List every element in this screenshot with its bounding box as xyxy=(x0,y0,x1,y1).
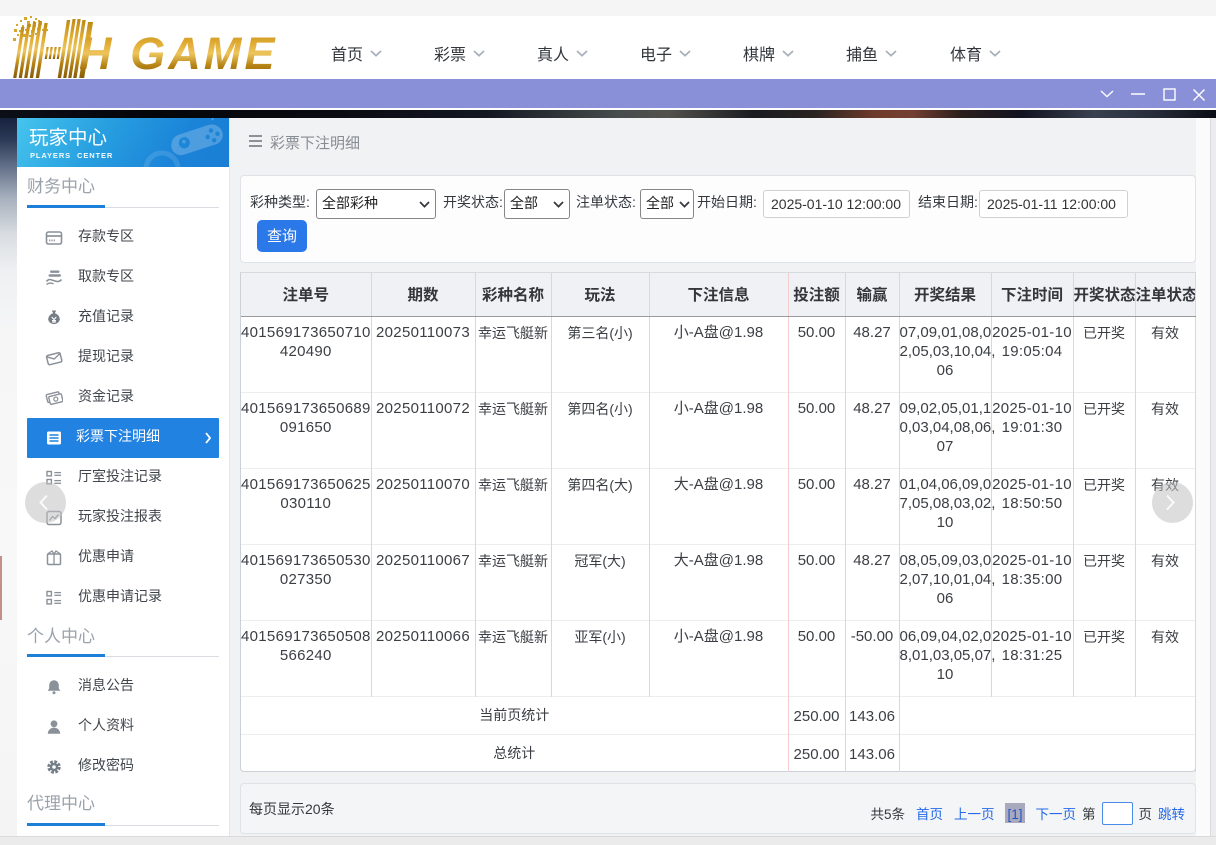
svg-text:H GAME: H GAME xyxy=(79,28,278,79)
